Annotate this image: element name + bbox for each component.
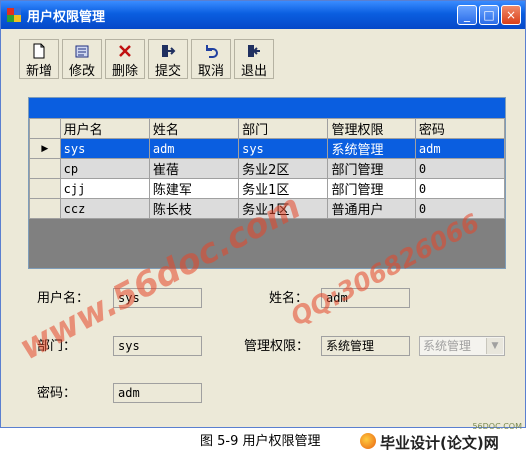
column-header-username[interactable]: 用户名 [59,118,150,139]
cell[interactable]: adm [148,138,240,159]
exit-button-label: 退出 [240,64,267,79]
delete-button[interactable]: 删除 [105,39,145,79]
cell[interactable]: ccz [59,198,150,219]
cancel-button[interactable]: 取消 [191,39,231,79]
permission-field[interactable]: 系统管理 [321,336,410,356]
new-button[interactable]: 新增 [19,39,59,79]
cell[interactable]: 系统管理 [327,138,416,159]
window-title: 用户权限管理 [27,10,106,25]
submit-button-label: 提交 [154,64,181,79]
password-label: 密码： [37,386,77,401]
maximize-button[interactable]: □ [479,5,499,25]
new-document-icon [33,43,45,59]
figure-caption: 图 5-9 用户权限管理 [200,434,321,449]
cell[interactable]: cjj [59,178,150,199]
row-header [29,178,61,199]
submit-button[interactable]: 提交 [148,39,188,79]
close-button[interactable]: × [501,5,521,25]
brand-text: 毕业设计(论文)网 [380,434,499,452]
chevron-down-icon[interactable]: ▼ [486,338,503,354]
cell[interactable]: 务业2区 [238,158,329,179]
table-row[interactable]: cjj 陈建军 务业1区 部门管理 0 [29,178,506,199]
cell[interactable]: sys [59,138,150,159]
delete-button-label: 删除 [111,64,138,79]
column-header-permission[interactable]: 管理权限 [327,118,416,139]
edit-button-label: 修改 [68,64,95,79]
cell[interactable]: 部门管理 [327,178,416,199]
app-icon [7,8,21,22]
table-row[interactable]: ▶ sys adm sys 系统管理 adm [29,138,506,159]
brand-domain: 56DOC.COM [472,422,522,431]
dept-field[interactable]: sys [113,336,202,356]
exit-icon [248,45,260,57]
cell[interactable]: adm [414,138,506,159]
cell[interactable]: 陈长枝 [148,198,240,219]
column-header-password[interactable]: 密码 [414,118,506,139]
password-field[interactable]: adm [113,383,202,403]
minimize-button[interactable]: _ [457,5,477,25]
submit-icon [162,45,176,57]
title-bar[interactable]: 用户权限管理 _ □ × [1,1,525,29]
new-button-label: 新增 [25,64,52,79]
cancel-button-label: 取消 [197,64,224,79]
table-row[interactable]: cp 崔蓓 务业2区 部门管理 0 [29,158,506,179]
exit-button[interactable]: 退出 [234,39,274,79]
cell[interactable]: 崔蓓 [148,158,240,179]
row-header-corner [29,118,61,139]
brand-logo: 56DOC.COM 毕业设计(论文)网 [358,422,524,452]
cell[interactable]: 普通用户 [327,198,416,219]
cell[interactable]: sys [238,138,329,159]
column-header-dept[interactable]: 部门 [238,118,329,139]
permission-label: 管理权限： [244,339,310,354]
edit-button[interactable]: 修改 [62,39,102,79]
permission-select[interactable]: 系统管理 ▼ [419,336,505,356]
delete-x-icon [119,45,131,57]
cell[interactable]: cp [59,158,150,179]
table-header-row: 用户名 姓名 部门 管理权限 密码 [29,118,506,139]
current-row-pointer-icon: ▶ [29,138,61,159]
edit-icon [75,45,89,58]
cell[interactable]: 0 [414,178,506,199]
cell[interactable]: 0 [414,158,506,179]
cell[interactable]: 部门管理 [327,158,416,179]
undo-icon [206,45,218,58]
main-window: 用户权限管理 _ □ × 新增 修改 删除 提交 取消 退出 用户名 姓名 部门… [0,0,526,428]
brand-mark-icon [360,433,376,449]
row-header [29,198,61,219]
row-header [29,158,61,179]
column-header-name[interactable]: 姓名 [148,118,240,139]
permission-select-value: 系统管理 [423,339,472,353]
cell[interactable]: 陈建军 [148,178,240,199]
grid-caption-bar [29,98,505,118]
